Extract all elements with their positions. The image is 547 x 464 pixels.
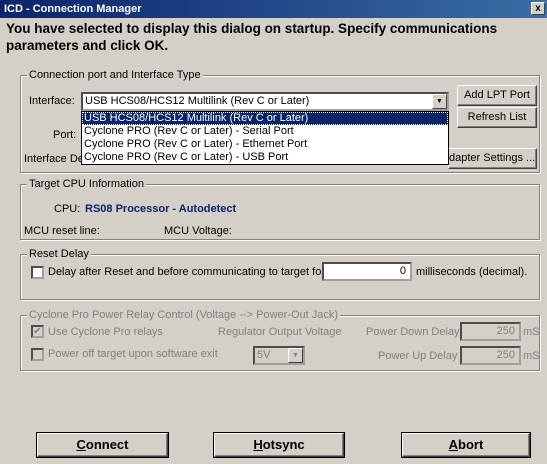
reset-delay-legend: Reset Delay [27, 248, 91, 261]
add-lpt-port-button[interactable]: Add LPT Port [457, 85, 537, 106]
dropdown-option[interactable]: Cyclone PRO (Rev C or Later) - Serial Po… [82, 125, 448, 138]
power-down-unit: mS [523, 326, 540, 338]
dropdown-option[interactable]: Cyclone PRO (Rev C or Later) - USB Port [82, 151, 448, 164]
connect-accel-key: C [76, 437, 86, 452]
title-bar: ICD - Connection Manager [0, 0, 547, 18]
connection-legend: Connection port and Interface Type [27, 69, 203, 82]
interface-select-value: USB HCS08/HCS12 Multilink (Rev C or Late… [85, 95, 310, 107]
abort-label: bort [458, 437, 484, 452]
chevron-down-icon[interactable]: ▼ [288, 348, 303, 363]
power-off-label: Power off target upon software exit [48, 348, 218, 360]
interface-select[interactable]: USB HCS08/HCS12 Multilink (Rev C or Late… [81, 92, 449, 111]
power-up-unit: mS [523, 350, 540, 362]
refresh-list-button[interactable]: Refresh List [457, 107, 537, 128]
reset-delay-checkbox[interactable] [31, 266, 44, 279]
voltage-select[interactable]: 5V ▼ [253, 346, 305, 365]
instruction-headline: You have selected to display this dialog… [6, 21, 498, 53]
power-up-delay-label: Power Up Delay [378, 350, 458, 362]
power-off-checkbox[interactable] [31, 348, 44, 361]
reset-delay-input[interactable]: 0 [322, 262, 412, 281]
window-title: ICD - Connection Manager [4, 3, 142, 15]
regulator-voltage-label: Regulator Output Voltage [218, 326, 342, 338]
dropdown-option[interactable]: Cyclone PRO (Rev C or Later) - Ethernet … [82, 138, 448, 151]
checkmark-icon: ✔ [33, 326, 42, 337]
interface-dropdown-list: USB HCS08/HCS12 Multilink (Rev C or Late… [81, 111, 449, 165]
abort-accel-key: A [448, 437, 459, 452]
mcu-reset-line-label: MCU reset line: [24, 225, 100, 237]
cpu-value: RS08 Processor - Autodetect [85, 203, 237, 215]
adapter-settings-button[interactable]: dapter Settings ... [448, 148, 537, 169]
hotsync-accel-key: H [253, 437, 263, 452]
reset-delay-unit: milliseconds (decimal). [416, 266, 528, 278]
voltage-select-value: 5V [257, 349, 271, 361]
mcu-voltage-label: MCU Voltage: [164, 225, 232, 237]
power-down-delay-input[interactable]: 250 [460, 322, 521, 341]
interface-details-label: Interface De [24, 153, 84, 165]
port-label: Port: [53, 129, 77, 141]
target-cpu-legend: Target CPU Information [27, 178, 146, 191]
cpu-label: CPU: [54, 203, 81, 215]
use-relays-checkbox[interactable]: ✔ [31, 325, 44, 338]
interface-label: Interface: [29, 95, 75, 107]
close-icon[interactable]: x [531, 2, 545, 15]
power-up-delay-input[interactable]: 250 [460, 346, 521, 365]
reset-delay-label: Delay after Reset and before communicati… [48, 266, 325, 278]
dropdown-option[interactable]: USB HCS08/HCS12 Multilink (Rev C or Late… [82, 112, 448, 125]
connect-button[interactable]: Connect [37, 433, 168, 457]
connect-label: onnect [85, 437, 129, 452]
power-down-delay-label: Power Down Delay [366, 326, 460, 338]
hotsync-label: otsync [262, 437, 305, 452]
power-relay-legend: Cyclone Pro Power Relay Control (Voltage… [27, 309, 341, 322]
use-relays-label: Use Cyclone Pro relays [48, 326, 163, 338]
abort-button[interactable]: Abort [402, 433, 530, 457]
hotsync-button[interactable]: Hotsync [214, 433, 344, 457]
chevron-down-icon[interactable]: ▼ [432, 94, 447, 109]
